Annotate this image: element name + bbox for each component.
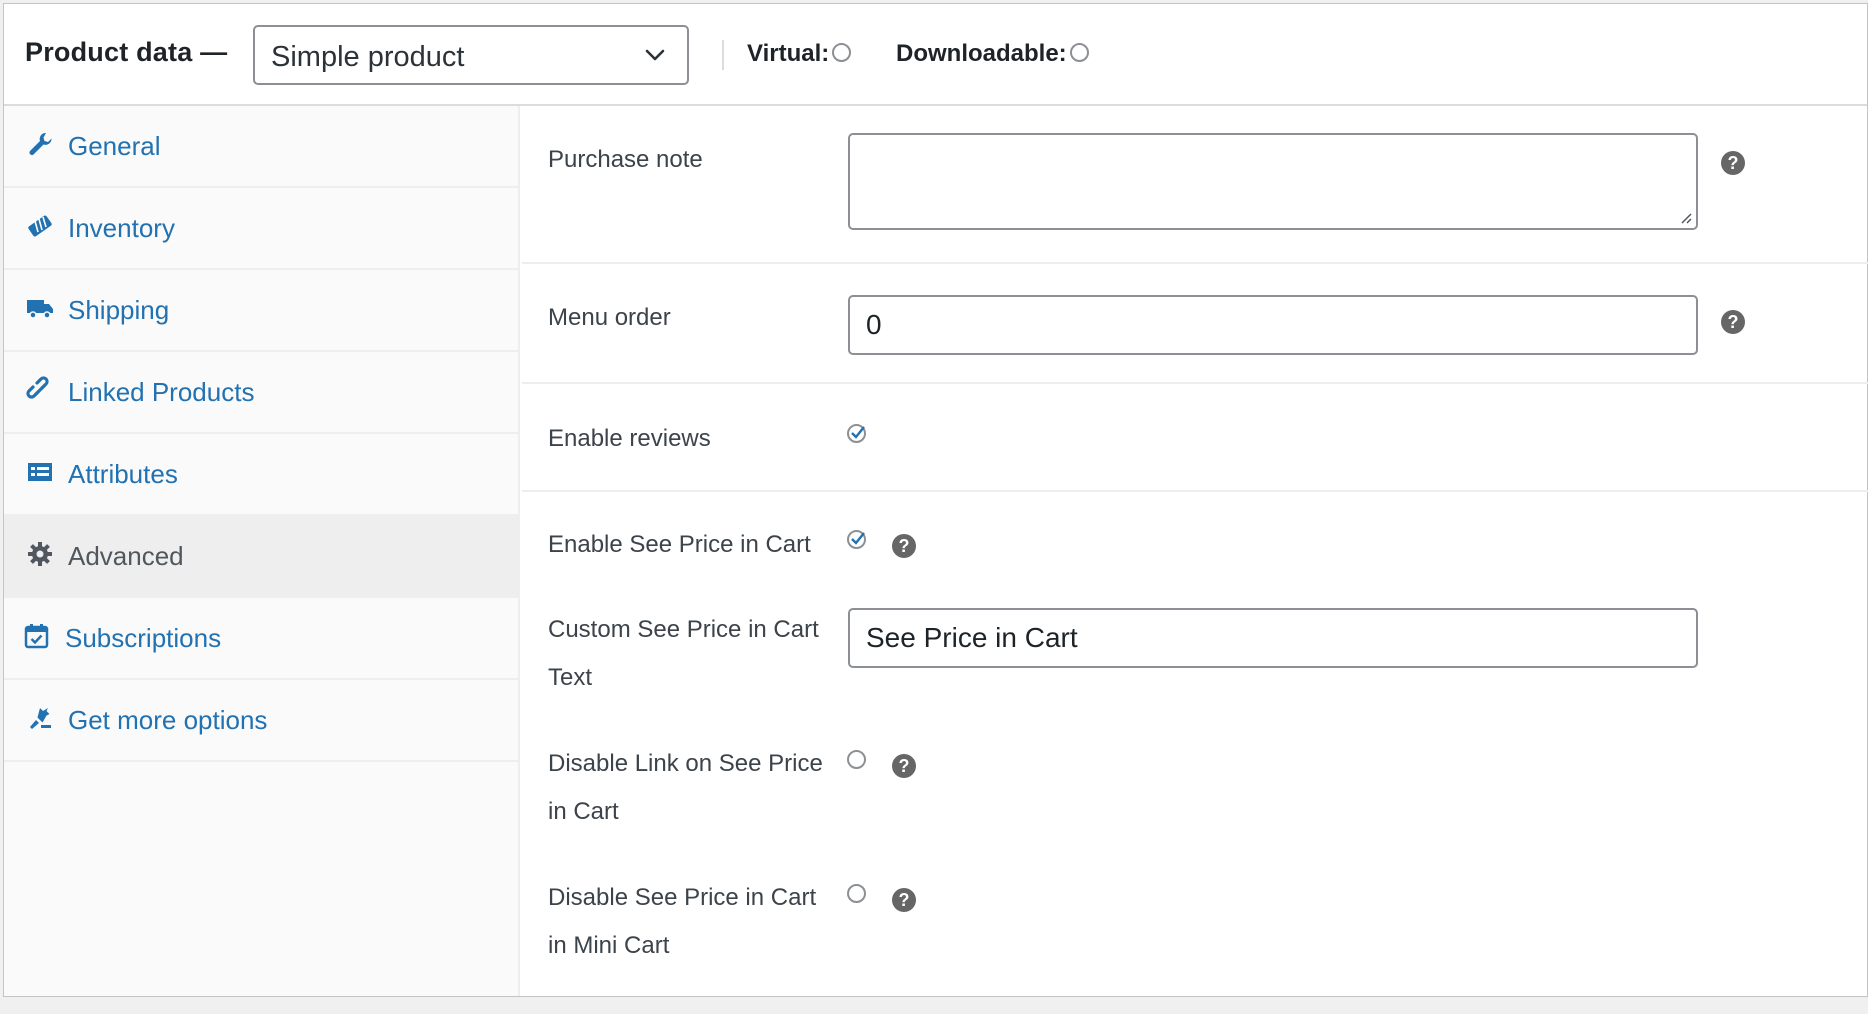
custom-see-price-text-input[interactable]: See Price in Cart [848,608,1698,668]
tab-get-more-options[interactable]: Get more options [4,680,520,762]
downloadable-option[interactable]: Downloadable: [896,40,1089,68]
tab-attributes[interactable]: Attributes [4,434,520,516]
virtual-checkbox[interactable] [832,43,852,63]
disable-mini-cart-label: Disable See Price in Cart in Mini Cart [548,874,816,970]
menu-order-help-icon[interactable]: ? [1721,310,1745,334]
calendar-check-icon [24,624,49,649]
tab-label: Advanced [68,541,184,571]
downloadable-checkbox[interactable] [1069,43,1089,63]
tab-label: Inventory [68,213,175,243]
checkmark-icon [851,426,865,439]
purchase-note-help-icon[interactable]: ? [1721,151,1745,175]
disable-mini-cart-checkbox[interactable] [847,884,866,903]
product-data-header: Product data — Simple product Virtual: D… [4,4,1867,106]
downloadable-label: Downloadable: [896,40,1067,67]
tab-inventory[interactable]: Inventory [4,188,520,270]
disable-link-label: Disable Link on See Price in Cart [548,740,823,836]
enable-see-price-checkbox[interactable] [847,530,866,549]
truck-icon [27,300,53,319]
product-data-tabs: General Inventory Shipping Linked Produc… [4,106,520,996]
disable-link-checkbox[interactable] [847,750,866,769]
link-icon [26,376,49,399]
menu-order-input[interactable]: 0 [848,295,1698,355]
enable-see-price-help-icon[interactable]: ? [892,534,916,558]
tab-label: Attributes [68,459,178,489]
tab-label: Shipping [68,295,170,325]
divider [522,262,1868,264]
tab-label: General [68,131,161,161]
advanced-options-panel: Purchase note ? Menu order 0 ? Enable re… [522,106,1868,996]
panel-title: Product data — [25,37,228,67]
checkmark-icon [851,532,865,545]
tab-advanced[interactable]: Advanced [4,516,520,598]
plugin-icon [30,708,51,729]
label-line-2: in Cart [548,798,619,825]
disable-link-help-icon[interactable]: ? [892,754,916,778]
virtual-label: Virtual: [747,40,830,67]
tab-label: Subscriptions [65,623,222,653]
product-type-value: Simple product [271,41,465,73]
tab-label: Linked Products [68,377,255,407]
wrench-icon [29,132,52,155]
purchase-note-label: Purchase note [548,146,703,173]
tag-icon [28,215,52,237]
tab-shipping[interactable]: Shipping [4,270,520,352]
label-line-2: Text [548,664,593,691]
product-type-select[interactable]: Simple product [253,25,689,85]
divider [522,490,1868,492]
custom-text-label: Custom See Price in Cart Text [548,606,819,702]
enable-reviews-checkbox[interactable] [847,424,866,443]
tab-general[interactable]: General [4,106,520,188]
disable-mini-cart-help-icon[interactable]: ? [892,888,916,912]
tab-subscriptions[interactable]: Subscriptions [4,598,520,680]
tab-linked-products[interactable]: Linked Products [4,352,520,434]
label-line-2: in Mini Cart [548,932,670,959]
menu-order-label: Menu order [548,304,671,331]
gear-icon [28,542,52,566]
tab-label: Get more options [68,705,268,735]
divider [522,382,1868,384]
label-line-1: Disable Link on See Price [548,750,823,777]
virtual-option[interactable]: Virtual: [747,40,852,68]
header-divider [722,40,724,70]
product-data-panel: Product data — Simple product Virtual: D… [3,3,1868,997]
label-line-1: Custom See Price in Cart [548,616,819,643]
chevron-down-icon [645,49,665,61]
enable-see-price-label: Enable See Price in Cart [548,531,811,558]
label-line-1: Disable See Price in Cart [548,884,817,911]
resize-grip-icon [1681,213,1692,224]
list-table-icon [28,463,52,481]
enable-reviews-label: Enable reviews [548,425,711,452]
purchase-note-textarea[interactable] [848,133,1698,230]
